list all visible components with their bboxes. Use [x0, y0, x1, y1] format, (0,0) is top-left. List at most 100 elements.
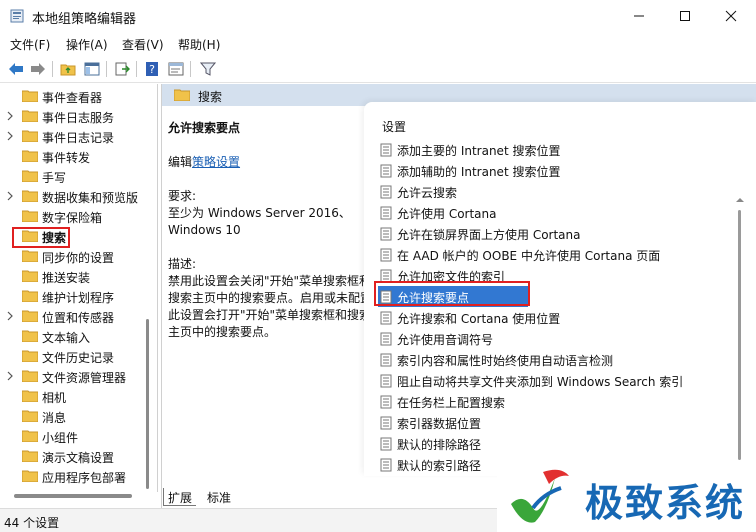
maximize-icon	[680, 11, 690, 21]
scroll-up-icon[interactable]	[735, 196, 745, 204]
up-folder-icon	[60, 64, 76, 76]
up-folder-button[interactable]	[58, 59, 78, 79]
tree-item[interactable]: 位置和传感器	[2, 306, 156, 326]
setting-row[interactable]: 允许搜索和 Cortana 使用位置	[378, 307, 728, 328]
watermark-logo-icon	[511, 469, 569, 523]
tree-item[interactable]: 文本输入	[2, 326, 156, 346]
window-title: 本地组策略编辑器	[32, 12, 137, 27]
setting-row[interactable]: 在 AAD 帐户的 OOBE 中允许使用 Cortana 页面	[378, 244, 728, 265]
setting-label: 默认的索引路径	[397, 459, 482, 473]
menu-action[interactable]: 操作(A)	[66, 36, 108, 53]
column-header-setting[interactable]: 设置	[382, 118, 406, 135]
tree-item[interactable]: 应用程序包部署	[2, 466, 156, 486]
setting-label: 索引内容和属性时始终使用自动语言检测	[397, 354, 614, 368]
scrollbar-thumb[interactable]	[146, 319, 149, 489]
tree-item[interactable]: 事件日志记录	[2, 126, 156, 146]
chevron-right-icon[interactable]	[5, 370, 15, 382]
folder-icon	[22, 330, 38, 342]
setting-label: 添加辅助的 Intranet 搜索位置	[397, 165, 561, 179]
setting-row[interactable]: 添加主要的 Intranet 搜索位置	[378, 139, 728, 160]
chevron-right-icon[interactable]	[5, 310, 15, 322]
folder-icon	[22, 150, 38, 162]
watermark: 极致系统	[497, 462, 756, 532]
tree-item[interactable]: 推送安装	[2, 266, 156, 286]
folder-icon	[22, 390, 38, 402]
policy-setting-icon	[380, 395, 392, 409]
folder-icon	[22, 190, 38, 202]
tree-item-label: 数字保险箱	[42, 211, 103, 225]
setting-row[interactable]: 索引内容和属性时始终使用自动语言检测	[378, 349, 728, 370]
properties-button[interactable]	[166, 59, 186, 79]
menu-file[interactable]: 文件(F)	[10, 36, 50, 53]
tree-item[interactable]: 维护计划程序	[2, 286, 156, 306]
help-button[interactable]: ?	[142, 59, 162, 79]
export-list-button[interactable]	[112, 59, 132, 79]
tree-item[interactable]: 文件历史记录	[2, 346, 156, 366]
tree-vertical-scrollbar[interactable]	[145, 84, 151, 492]
tree-item[interactable]: 演示文稿设置	[2, 446, 156, 466]
watermark-text: 极致系统	[585, 481, 746, 525]
tree-item-label: 文本输入	[42, 331, 91, 345]
tree-item[interactable]: 相机	[2, 386, 156, 406]
setting-row[interactable]: 允许使用 Cortana	[378, 202, 728, 223]
setting-label: 允许云搜索	[397, 186, 458, 200]
tree-item[interactable]: 事件日志服务	[2, 106, 156, 126]
tree-item[interactable]: 小组件	[2, 426, 156, 446]
tree-item[interactable]: 同步你的设置	[2, 246, 156, 266]
forward-button[interactable]	[28, 59, 48, 79]
maximize-button[interactable]	[662, 0, 708, 32]
chevron-right-icon[interactable]	[5, 130, 15, 142]
edit-prefix: 编辑	[168, 155, 193, 169]
show-hide-tree-button[interactable]	[82, 59, 102, 79]
tree-item[interactable]: 数据收集和预览版	[2, 186, 156, 206]
toolbar-separator	[136, 61, 137, 77]
tab-standard[interactable]: 标准	[203, 488, 235, 506]
menu-help[interactable]: 帮助(H)	[178, 36, 220, 53]
tab-extended[interactable]: 扩展	[163, 488, 197, 506]
tree-item-label: 手写	[42, 171, 67, 185]
scrollbar-thumb[interactable]	[14, 494, 132, 498]
view-tabs: 扩展 标准	[161, 486, 301, 508]
setting-row[interactable]: 阻止自动将共享文件夹添加到 Windows Search 索引	[378, 370, 728, 391]
tree-item-label: 消息	[42, 411, 67, 425]
tree-item[interactable]: 事件查看器	[2, 86, 156, 106]
minimize-button[interactable]	[616, 0, 662, 32]
tree-item[interactable]: 事件转发	[2, 146, 156, 166]
list-vertical-scrollbar[interactable]	[735, 196, 745, 496]
filter-button[interactable]	[198, 59, 218, 79]
policy-setting-icon	[380, 227, 392, 241]
menu-view[interactable]: 查看(V)	[122, 36, 164, 53]
setting-label: 允许使用 Cortana	[397, 207, 497, 221]
setting-label: 在任务栏上配置搜索	[397, 396, 506, 410]
chevron-right-icon[interactable]	[5, 190, 15, 202]
setting-row[interactable]: 允许在锁屏界面上方使用 Cortana	[378, 223, 728, 244]
description-text: 禁用此设置会关闭"开始"菜单搜索框和搜索主页中的搜索要点。启用或未配置此设置会打…	[168, 274, 373, 339]
folder-icon	[22, 350, 38, 362]
tree-item[interactable]: 数字保险箱	[2, 206, 156, 226]
edit-policy-link[interactable]: 策略设置	[192, 155, 240, 169]
setting-row[interactable]: 允许云搜索	[378, 181, 728, 202]
tree-item-label: 应用程序包部署	[42, 471, 127, 485]
folder-icon	[22, 110, 38, 122]
setting-row[interactable]: 索引器数据位置	[378, 412, 728, 433]
setting-row[interactable]: 允许使用音调符号	[378, 328, 728, 349]
setting-row[interactable]: 默认的排除路径	[378, 433, 728, 454]
chevron-right-icon[interactable]	[5, 110, 15, 122]
setting-label: 阻止自动将共享文件夹添加到 Windows Search 索引	[397, 375, 684, 389]
tree-item[interactable]: 手写	[2, 166, 156, 186]
scrollbar-thumb[interactable]	[738, 210, 741, 460]
folder-icon	[22, 90, 38, 102]
tree-item[interactable]: 文件资源管理器	[2, 366, 156, 386]
setting-row[interactable]: 添加辅助的 Intranet 搜索位置	[378, 160, 728, 181]
tree-horizontal-scrollbar[interactable]	[2, 492, 158, 500]
policy-setting-icon	[380, 164, 392, 178]
close-button[interactable]	[708, 0, 754, 32]
policy-setting-icon	[380, 248, 392, 262]
tree-item[interactable]: 消息	[2, 406, 156, 426]
forward-arrow-icon	[31, 63, 45, 75]
policy-setting-icon	[380, 353, 392, 367]
back-button[interactable]	[6, 59, 26, 79]
help-icon: ?	[146, 62, 158, 76]
setting-row[interactable]: 在任务栏上配置搜索	[378, 391, 728, 412]
tree-item-label: 推送安装	[42, 271, 91, 285]
